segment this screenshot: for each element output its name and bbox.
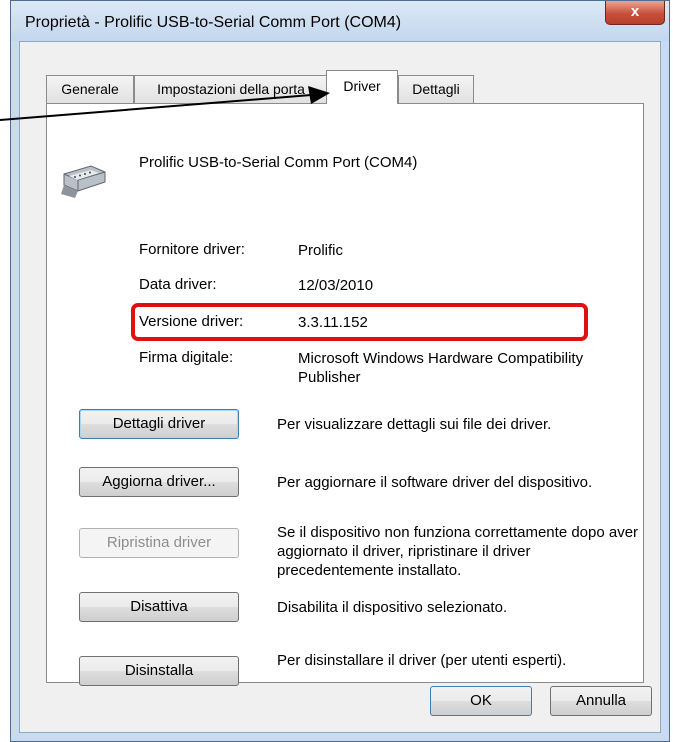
provider-value: Prolific (298, 242, 344, 259)
tab-label: Driver (343, 78, 381, 94)
close-button[interactable]: x (605, 1, 665, 25)
update-driver-description: Per aggiornare il software driver del di… (277, 474, 593, 491)
uninstall-button[interactable]: Disinstalla (79, 656, 239, 686)
ok-button[interactable]: OK (430, 686, 532, 716)
window-title: Proprietà - Prolific USB-to-Serial Comm … (25, 14, 402, 31)
dialog-body: Generale Impostazioni della porta Driver… (19, 41, 661, 733)
disable-description: Disabilita il dispositivo selezionato. (277, 599, 508, 616)
device-name: Prolific USB-to-Serial Comm Port (COM4) (139, 154, 418, 171)
title-bar[interactable]: Proprietà - Prolific USB-to-Serial Comm … (11, 1, 669, 41)
close-icon: x (630, 3, 640, 20)
tab-dettagli[interactable]: Dettagli (398, 75, 474, 103)
tab-impostazioni-porta[interactable]: Impostazioni della porta (134, 75, 328, 103)
driver-details-description: Per visualizzare dettagli sui file dei d… (277, 416, 552, 433)
date-value: 12/03/2010 (298, 277, 374, 294)
rollback-driver-button[interactable]: Ripristina driver (79, 528, 239, 558)
update-driver-button[interactable]: Aggiorna driver... (79, 467, 239, 497)
signature-value: Microsoft Windows Hardware Compatibility… (298, 350, 584, 386)
driver-details-button[interactable]: Dettagli driver (79, 409, 239, 439)
tab-label: Dettagli (412, 81, 460, 97)
serial-port-icon (61, 165, 106, 198)
disable-button[interactable]: Disattiva (79, 592, 239, 622)
uninstall-description: Per disinstallare il driver (per utenti … (277, 652, 567, 669)
tab-driver[interactable]: Driver (326, 70, 398, 104)
cancel-button[interactable]: Annulla (550, 686, 652, 716)
tab-label: Generale (61, 81, 119, 97)
driver-tab-panel: Prolific USB-to-Serial Comm Port (COM4) … (46, 103, 644, 686)
tab-generale[interactable]: Generale (46, 75, 134, 103)
tab-label: Impostazioni della porta (157, 81, 305, 97)
signature-label: Firma digitale: (139, 349, 234, 366)
provider-label: Fornitore driver: (139, 241, 245, 258)
rollback-driver-description: Se il dispositivo non funziona correttam… (277, 524, 639, 579)
date-label: Data driver: (139, 276, 217, 293)
version-value: 3.3.11.152 (298, 314, 368, 331)
version-label: Versione driver: (139, 313, 244, 330)
properties-dialog: Proprietà - Prolific USB-to-Serial Comm … (10, 0, 670, 742)
